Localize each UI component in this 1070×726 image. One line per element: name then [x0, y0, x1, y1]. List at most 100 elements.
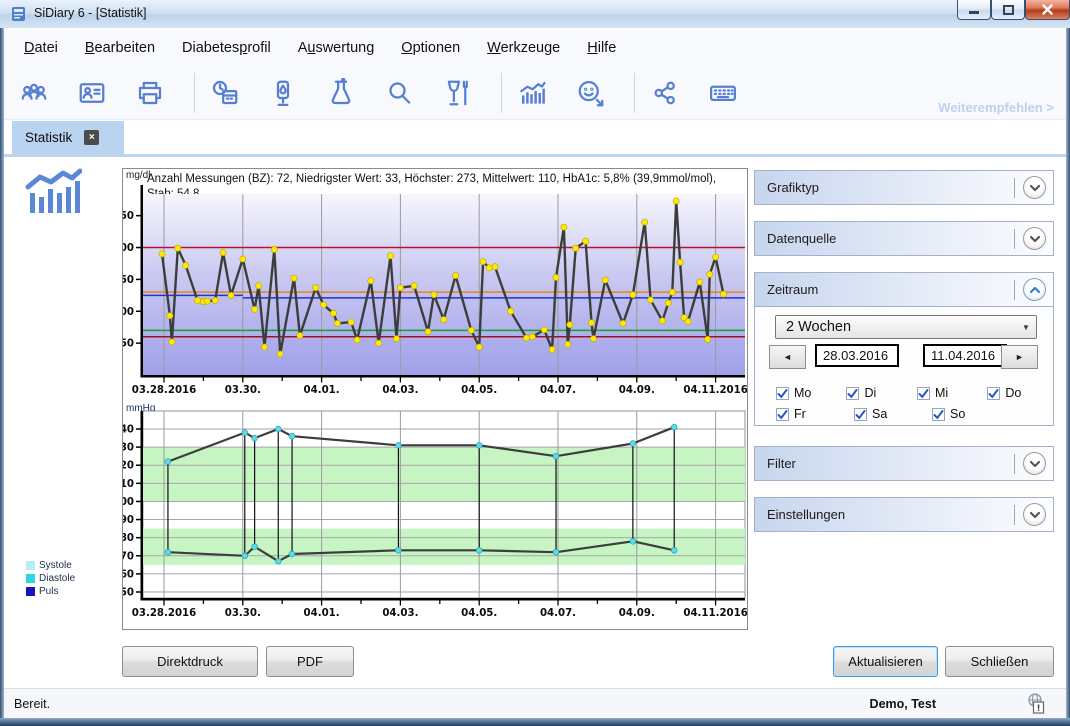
weekday-row-1: Mo DiMi Do — [776, 384, 1038, 402]
status-message: Bereit. — [14, 697, 50, 711]
svg-text:04.07.: 04.07. — [540, 385, 576, 396]
chevron-down-icon[interactable] — [1023, 176, 1046, 199]
weekday-so[interactable]: So — [932, 405, 1010, 423]
lab-flask-toolbar-button[interactable] — [325, 77, 357, 109]
chevron-down-icon[interactable] — [1023, 227, 1046, 250]
panel-separator — [1014, 280, 1015, 300]
contact-card-toolbar-button[interactable] — [76, 77, 108, 109]
chevron-down-icon: ▼ — [1016, 323, 1036, 332]
weekday-mo[interactable]: Mo — [776, 384, 846, 402]
date-back-button[interactable]: ◄ — [769, 345, 806, 369]
users-icon — [19, 78, 49, 108]
checkbox-so[interactable] — [932, 408, 945, 421]
toolbar — [4, 66, 1066, 120]
svg-text:04.11.2016: 04.11.2016 — [683, 385, 747, 396]
smiley-toolbar-button[interactable] — [574, 77, 606, 109]
svg-text:!: ! — [1036, 704, 1040, 714]
svg-text:250: 250 — [123, 211, 134, 222]
svg-text:100: 100 — [123, 497, 134, 508]
status-user: Demo, Test — [870, 697, 936, 711]
weekday-fr[interactable]: Fr — [776, 405, 854, 423]
legend-swatch — [26, 587, 35, 596]
weekday-do[interactable]: Do — [987, 384, 1038, 402]
menu-item-bearbeiten[interactable]: Bearbeiten — [85, 40, 155, 56]
svg-text:110: 110 — [123, 479, 134, 490]
maximize-button[interactable] — [991, 0, 1025, 20]
checkbox-fr[interactable] — [776, 408, 789, 421]
menu-item-datei[interactable]: Datei — [24, 40, 58, 56]
weekday-sa[interactable]: Sa — [854, 405, 932, 423]
svg-text:60: 60 — [123, 569, 134, 580]
date-from-field[interactable] — [815, 344, 899, 367]
svg-text:03.30.: 03.30. — [225, 385, 261, 396]
menu-item-diabetesprofil[interactable]: Diabetesprofil — [182, 40, 271, 56]
svg-text:04.01.: 04.01. — [304, 608, 340, 619]
checkbox-di[interactable] — [846, 387, 859, 400]
zeitraum-preset-value: 2 Wochen — [776, 319, 1016, 335]
weekday-label: So — [950, 407, 965, 421]
checkbox-mi[interactable] — [917, 387, 930, 400]
menu-bar: Datei Bearbeiten Diabetesprofil Auswertung O… — [4, 30, 1066, 66]
svg-text:04.11.2016: 04.11.2016 — [683, 608, 747, 619]
tab-statistik[interactable]: Statistik × — [12, 121, 124, 154]
check-icon — [777, 388, 788, 399]
aktualisieren-button[interactable]: Aktualisieren — [833, 646, 938, 677]
keyboard-toolbar-button[interactable] — [707, 77, 739, 109]
schliessen-button[interactable]: Schließen — [945, 646, 1054, 677]
svg-text:90: 90 — [123, 515, 134, 526]
svg-text:200: 200 — [123, 243, 134, 254]
menu-item-hilfe[interactable]: Hilfe — [587, 40, 616, 56]
check-icon — [847, 388, 858, 399]
panel-filter[interactable]: Filter — [754, 446, 1054, 481]
charts-canvas: 5010015020025003.28.201603.30.04.01.04.0… — [123, 169, 747, 629]
svg-text:04.01.: 04.01. — [304, 385, 340, 396]
title-bar[interactable]: SiDiary 6 - [Statistik] — [0, 0, 1070, 29]
minimize-button[interactable] — [957, 0, 991, 20]
weekday-label: Mo — [794, 386, 811, 400]
zeitraum-preset-dropdown[interactable]: 2 Wochen ▼ — [775, 315, 1037, 339]
legend-item-diastole: Diastole — [26, 573, 75, 584]
recommend-link[interactable]: Weiterempfehlen > — [938, 100, 1054, 115]
close-button[interactable] — [1025, 0, 1070, 20]
printer-toolbar-button[interactable] — [134, 77, 166, 109]
panel-zeitraum-label: Zeitraum — [767, 282, 1014, 297]
weekday-row-2: FrSa So — [776, 405, 1038, 423]
glucose-meter-icon — [268, 78, 298, 108]
panel-datenquelle[interactable]: Datenquelle — [754, 221, 1054, 256]
weekday-label: Do — [1005, 386, 1021, 400]
date-forward-button[interactable]: ► — [1001, 345, 1038, 369]
pdf-button[interactable]: PDF — [266, 646, 354, 677]
share-toolbar-button[interactable] — [649, 77, 681, 109]
legend-swatch — [26, 561, 35, 570]
svg-text:100: 100 — [123, 307, 134, 318]
panel-zeitraum-expanded: Zeitraum 2 Wochen ▼ ◄ ► Mo DiMi Do FrSa So — [754, 272, 1054, 426]
maximize-icon — [1003, 5, 1014, 15]
panel-zeitraum[interactable]: Zeitraum — [754, 272, 1054, 307]
direktdruck-button[interactable]: Direktdruck — [122, 646, 258, 677]
logbook-toolbar-button[interactable] — [209, 77, 241, 109]
menu-item-optionen[interactable]: Optionen — [401, 40, 460, 56]
weekday-di[interactable]: Di — [846, 384, 916, 402]
checkbox-sa[interactable] — [854, 408, 867, 421]
chevron-up-icon[interactable] — [1023, 278, 1046, 301]
menu-item-auswertung[interactable]: Auswertung — [298, 40, 375, 56]
nutrition-toolbar-button[interactable] — [441, 77, 473, 109]
menu-item-werkzeuge[interactable]: Werkzeuge — [487, 40, 560, 56]
tab-close-icon[interactable]: × — [84, 130, 99, 145]
checkbox-do[interactable] — [987, 387, 1000, 400]
checkbox-mo[interactable] — [776, 387, 789, 400]
glucose-meter-toolbar-button[interactable] — [267, 77, 299, 109]
chevron-down-icon[interactable] — [1023, 452, 1046, 475]
legend-label: Systole — [39, 560, 72, 571]
date-to-field[interactable] — [923, 344, 1007, 367]
panel-einstellungen[interactable]: Einstellungen — [754, 497, 1054, 532]
panel-grafiktyp[interactable]: Grafiktyp — [754, 170, 1054, 205]
legend-label: Puls — [39, 586, 58, 597]
check-icon — [933, 409, 944, 420]
weekday-mi[interactable]: Mi — [917, 384, 987, 402]
tab-strip: Statistik × — [4, 121, 1066, 157]
statistics-toolbar-button[interactable] — [516, 77, 548, 109]
chevron-down-icon[interactable] — [1023, 503, 1046, 526]
search-toolbar-button[interactable] — [383, 77, 415, 109]
users-toolbar-button[interactable] — [18, 77, 50, 109]
